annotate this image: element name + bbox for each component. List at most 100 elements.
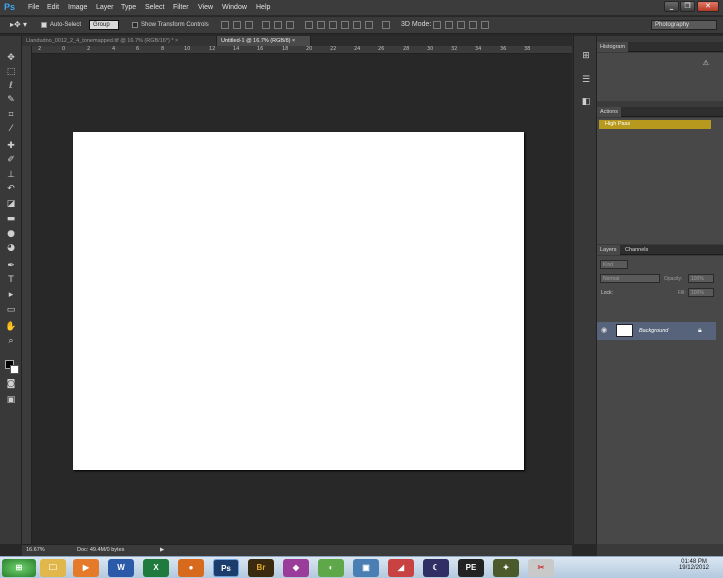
marquee-tool-icon[interactable]: ⬚ [4,66,18,78]
dodge-tool-icon[interactable]: ◕ [4,242,18,254]
distribute-bottom-icon[interactable] [329,21,337,29]
menu-layer[interactable]: Layer [96,4,114,11]
distribute-top-icon[interactable] [305,21,313,29]
canvas-workspace[interactable] [33,55,572,544]
app-taskbar-icon-6[interactable]: PE [458,559,484,577]
blur-tool-icon[interactable]: ● [4,228,18,240]
hand-tool-icon[interactable]: ✋ [4,321,18,333]
blend-mode-dropdown[interactable]: Normal [600,274,660,283]
tab-close-icon[interactable]: × [292,38,295,44]
menu-file[interactable]: File [28,4,39,11]
menu-help[interactable]: Help [256,4,270,11]
properties-panel-icon[interactable]: ☰ [580,74,592,86]
distribute-vcenter-icon[interactable] [317,21,325,29]
3d-scale-icon[interactable] [481,21,489,29]
healing-brush-tool-icon[interactable]: ✚ [4,140,18,152]
zoom-tool-icon[interactable]: ⌕ [4,335,18,347]
media-player-taskbar-icon[interactable]: ▶ [73,559,99,577]
brush-tool-icon[interactable]: ✐ [4,154,18,166]
path-select-tool-icon[interactable]: ▸ [4,289,18,301]
menu-image[interactable]: Image [68,4,87,11]
tab-llandudno[interactable]: Llandudno_0012_2_4_tonemapped.tif @ 16.7… [22,36,217,46]
auto-select-checkbox[interactable] [41,22,47,28]
align-right-icon[interactable] [286,21,294,29]
app-taskbar-icon-7[interactable]: ✦ [493,559,519,577]
photoshop-taskbar-icon[interactable]: Ps [213,559,239,577]
status-menu-arrow-icon[interactable]: ▶ [160,547,164,553]
opacity-field[interactable]: 100% [688,274,714,283]
explorer-taskbar-icon[interactable]: 🗀 [40,559,66,577]
fill-field[interactable]: 100% [688,288,714,297]
distribute-hcenter-icon[interactable] [353,21,361,29]
eyedropper-tool-icon[interactable]: ⁄ [4,123,18,135]
visibility-eye-icon[interactable]: ◉ [601,326,607,334]
minimize-button[interactable]: _ [664,1,679,12]
adjustments-panel-icon[interactable]: ◧ [580,96,592,108]
app-taskbar-icon-5[interactable]: ☾ [423,559,449,577]
align-left-icon[interactable] [262,21,270,29]
align-bottom-icon[interactable] [245,21,253,29]
menu-select[interactable]: Select [145,4,164,11]
close-button[interactable]: ✕ [697,1,719,12]
warning-icon[interactable]: ⚠ [703,59,709,67]
tab-histogram[interactable]: Histogram [597,42,629,52]
app-taskbar-icon-2[interactable]: ◐ [318,559,344,577]
crop-tool-icon[interactable]: ⌗ [4,109,18,121]
distribute-right-icon[interactable] [365,21,373,29]
align-top-icon[interactable] [221,21,229,29]
menu-view[interactable]: View [198,4,213,11]
menu-filter[interactable]: Filter [173,4,189,11]
layer-name[interactable]: Background [639,328,668,334]
align-vcenter-icon[interactable] [233,21,241,29]
app-taskbar-icon-3[interactable]: ▣ [353,559,379,577]
3d-slide-icon[interactable] [469,21,477,29]
bridge-taskbar-icon[interactable]: Br [248,559,274,577]
word-taskbar-icon[interactable]: W [108,559,134,577]
3d-roll-icon[interactable] [445,21,453,29]
quick-mask-icon[interactable]: ◙ [4,378,18,390]
document-canvas[interactable] [73,132,524,470]
restore-button[interactable]: ❐ [680,1,695,12]
menu-type[interactable]: Type [121,4,136,11]
tab-close-icon[interactable]: × [175,38,178,44]
firefox-taskbar-icon[interactable]: ● [178,559,204,577]
type-tool-icon[interactable]: T [4,274,18,286]
pen-tool-icon[interactable]: ✒ [4,260,18,272]
distribute-left-icon[interactable] [341,21,349,29]
quick-select-tool-icon[interactable]: ✎ [4,94,18,106]
lasso-tool-icon[interactable]: ℓ [4,80,18,92]
layer-filter-kind[interactable]: Kind [600,260,628,269]
excel-taskbar-icon[interactable]: X [143,559,169,577]
app-taskbar-icon-4[interactable]: ◢ [388,559,414,577]
app-taskbar-icon-8[interactable]: ✂ [528,559,554,577]
auto-select-target-dropdown[interactable]: Group [89,20,119,30]
tab-channels[interactable]: Channels [622,245,651,255]
3d-drag-icon[interactable] [457,21,465,29]
zoom-level[interactable]: 16.67% [26,547,45,553]
workspace-dropdown[interactable]: Photography [651,20,717,30]
tab-actions[interactable]: Actions [597,107,622,117]
tab-untitled-1[interactable]: Untitled-1 @ 16.7% (RGB/8) × [217,36,311,46]
auto-align-layers-icon[interactable] [382,21,390,29]
move-tool-preset-icon[interactable]: ▸✥ ▾ [10,20,27,29]
gradient-tool-icon[interactable]: ▬ [4,213,18,225]
shape-tool-icon[interactable]: ▭ [4,304,18,316]
screen-mode-icon[interactable]: ▣ [4,394,18,406]
show-transform-checkbox[interactable] [132,22,138,28]
history-panel-icon[interactable]: ⊞ [580,50,592,62]
layer-row-background[interactable]: ◉ Background 🔒︎ [597,322,716,340]
clone-stamp-tool-icon[interactable]: ⊥ [4,169,18,181]
menu-edit[interactable]: Edit [47,4,59,11]
menu-window[interactable]: Window [222,4,247,11]
move-tool-icon[interactable]: ✥ [4,52,18,64]
system-clock[interactable]: 01:48 PM 19/12/2012 [679,559,709,571]
align-hcenter-icon[interactable] [274,21,282,29]
action-high-pass[interactable]: High Pass [599,120,711,129]
tab-layers[interactable]: Layers [597,245,620,255]
start-button[interactable]: ⊞ [2,559,36,577]
background-color-swatch[interactable] [10,365,19,374]
history-brush-tool-icon[interactable]: ↶ [4,183,18,195]
eraser-tool-icon[interactable]: ◪ [4,198,18,210]
app-taskbar-icon[interactable]: ◆ [283,559,309,577]
3d-rotate-icon[interactable] [433,21,441,29]
